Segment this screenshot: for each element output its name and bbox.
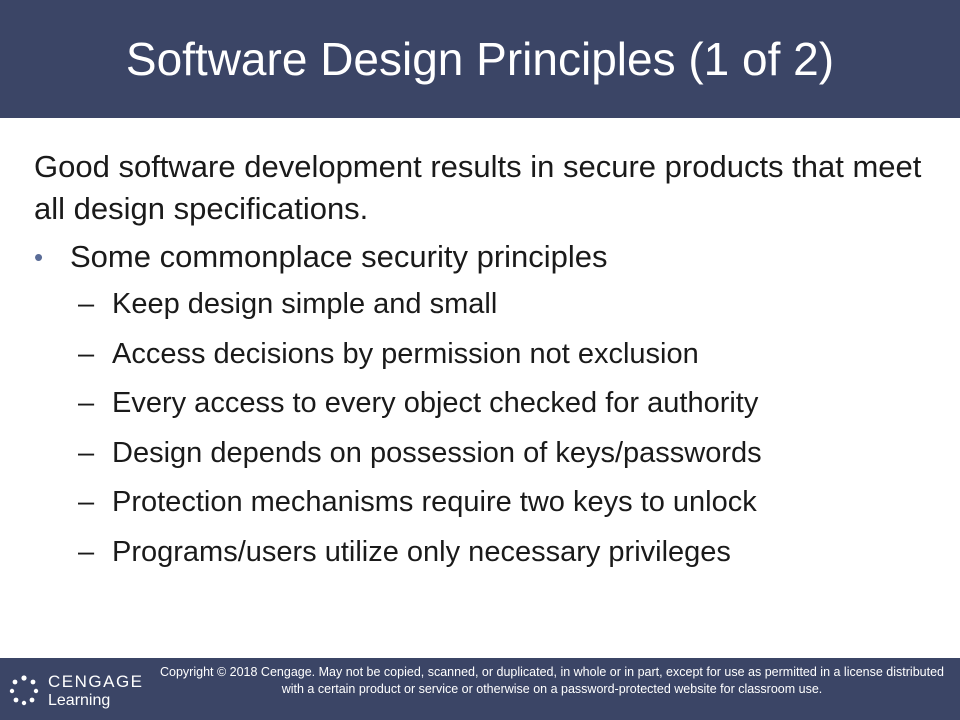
- sub-bullet-item: – Protection mechanisms require two keys …: [34, 478, 934, 528]
- slide-content: Good software development results in sec…: [34, 146, 934, 577]
- sub-bullet-list: – Keep design simple and small – Access de…: [34, 280, 934, 577]
- intro-text: Good software development results in sec…: [34, 149, 922, 226]
- cengage-logo-icon: [9, 675, 39, 706]
- sub-bullet-item: – Keep design simple and small: [34, 280, 934, 330]
- dash-marker: –: [78, 288, 95, 320]
- logo-text-cengage: CENGAGE: [48, 672, 144, 691]
- bullet-text: Some commonplace security principles: [70, 239, 608, 274]
- sub-bullet-text: Design depends on possession of keys/pas…: [112, 436, 762, 469]
- sub-bullet-item: – Design depends on possession of keys/pa…: [34, 429, 934, 479]
- logo-text-learning: Learning: [48, 692, 111, 709]
- sub-bullet-text: Protection mechanisms require two keys t…: [112, 486, 757, 518]
- sub-bullet-text: Access decisions by permission not exclu…: [112, 337, 699, 370]
- bullet-item: • Some commonplace security principles: [34, 234, 934, 280]
- footer-bar: CENGAGE Learning Copyright © 2018 Cengag…: [0, 658, 960, 720]
- sub-bullet-text: Programs/users utilize only necessary pr…: [112, 535, 731, 568]
- dash-marker: –: [78, 436, 95, 469]
- copyright-notice: Copyright © 2018 Cengage. May not be cop…: [160, 665, 944, 696]
- sub-bullet-item: – Programs/users utilize only necessary p…: [34, 528, 934, 578]
- sub-bullet-item: – Access decisions by permission not excl…: [34, 330, 934, 380]
- title-bar: Software Design Principles (1 of 2): [0, 0, 960, 118]
- dash-marker: –: [78, 486, 95, 518]
- dash-marker: –: [78, 387, 95, 419]
- dash-marker: –: [78, 535, 95, 568]
- sub-bullet-text: Keep design simple and small: [112, 288, 498, 320]
- sub-bullet-item: – Every access to every object checked fo…: [34, 379, 934, 429]
- dash-marker: –: [78, 337, 95, 370]
- bullet-marker: •: [34, 242, 44, 272]
- sub-bullet-text: Every access to every object checked for…: [112, 387, 759, 419]
- cengage-logo: CENGAGE Learning: [8, 668, 148, 712]
- slide-title: Software Design Principles (1 of 2): [125, 33, 835, 85]
